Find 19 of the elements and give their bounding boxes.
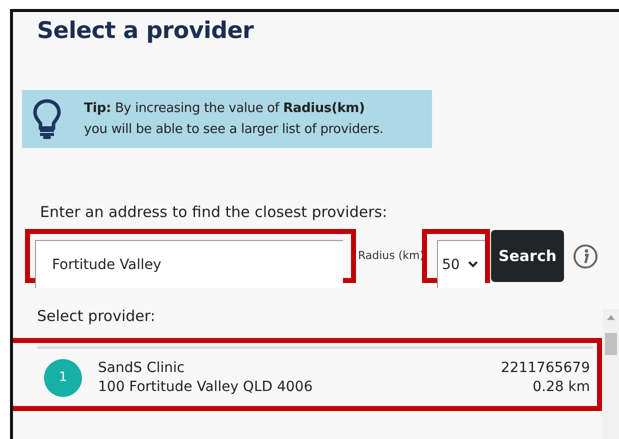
tip-text: Tip: By increasing the value of Radius(km) you will be able to see a larger list of providers. (84, 100, 384, 139)
provider-id: 2211765679 (500, 360, 590, 376)
provider-name: SandS Clinic (98, 360, 186, 376)
scrollbar[interactable] (603, 309, 619, 439)
lightbulb-icon (32, 98, 62, 140)
provider-address: 100 Fortitude Valley QLD 4006 (98, 379, 313, 395)
address-label: Enter an address to find the closest providers: (40, 203, 388, 223)
scrollbar-thumb[interactable] (605, 333, 617, 355)
provider-distance: 0.28 km (532, 379, 590, 395)
search-button[interactable]: Search (491, 230, 564, 282)
number-badge: 1 (44, 358, 82, 396)
section-label: Select provider: (37, 307, 156, 327)
radius-dropdown[interactable]: 50 (437, 240, 485, 288)
info-icon[interactable] (573, 244, 598, 268)
scroll-up-icon[interactable] (607, 315, 615, 320)
caret-icon (468, 261, 478, 268)
address-field[interactable]: Fortitude Valley (35, 240, 343, 288)
provider-item[interactable]: 1 SandS Clinic 100 Fortitude Valley QLD 4006 2211765679 0.28 km (37, 346, 593, 406)
page-title: Select a provider (36, 17, 255, 46)
